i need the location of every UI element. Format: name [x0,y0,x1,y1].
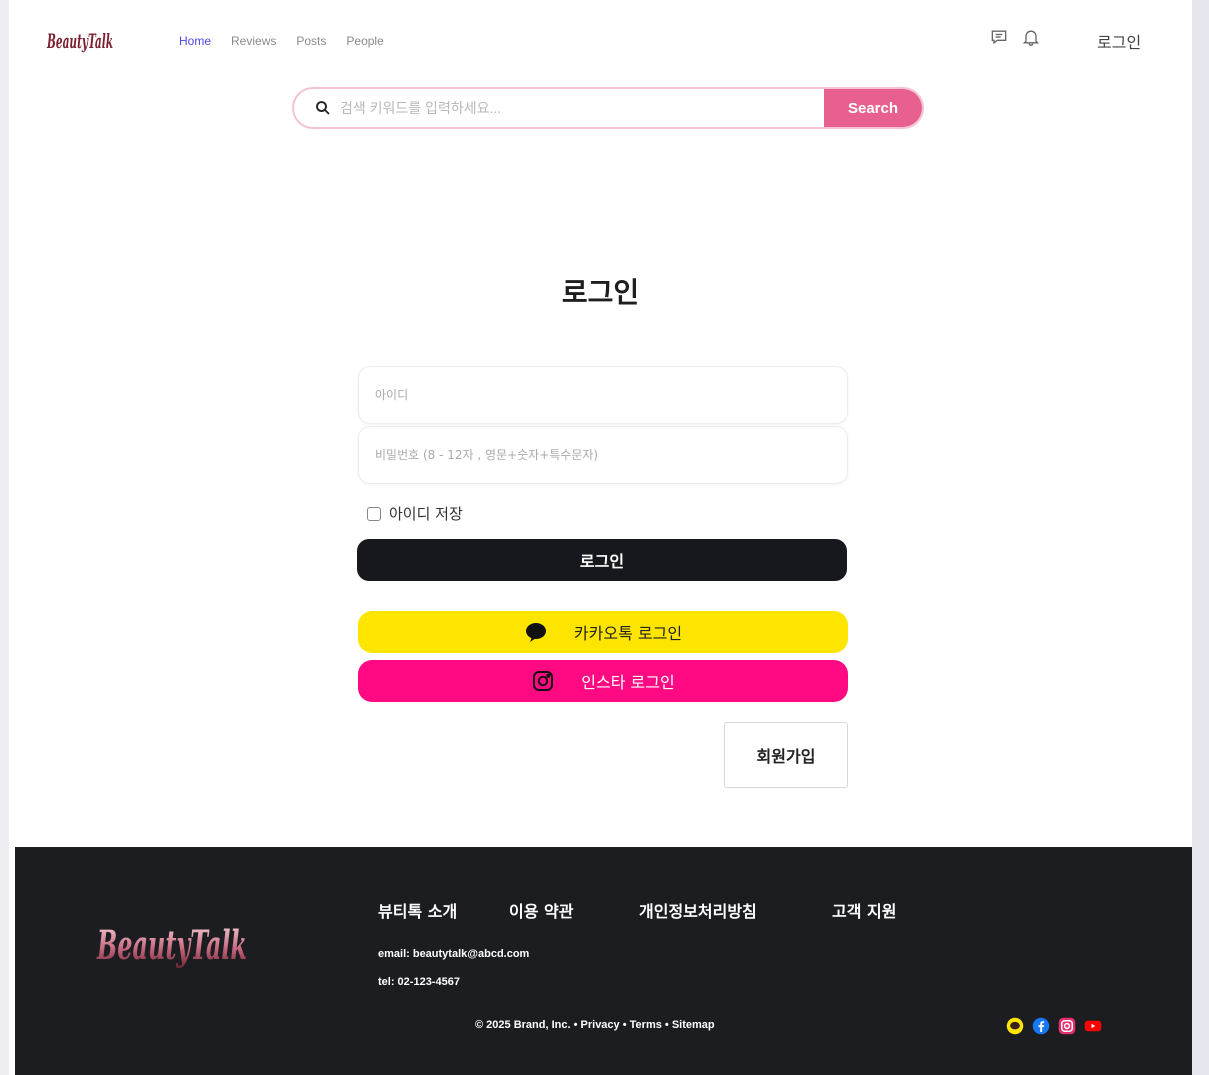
main-nav: Home Reviews Posts People [179,34,384,48]
left-edge [0,0,9,1075]
footer-email: email: beautytalk@abcd.com [378,948,530,960]
search-button[interactable]: Search [824,89,922,127]
youtube-icon[interactable] [1084,1017,1102,1035]
footer-sitemap-link[interactable]: Sitemap [672,1019,715,1031]
nav-home[interactable]: Home [179,34,211,48]
footer-link-terms[interactable]: 이용 약관 [509,898,573,922]
kakaotalk-icon[interactable] [1006,1017,1024,1035]
search-bar: Search [292,87,924,129]
footer: BeautyTalk 뷰티톡 소개 이용 약관 개인정보처리방침 고객 지원 e… [15,847,1192,1075]
instagram-login-label: 인스타 로그인 [581,673,675,692]
facebook-icon[interactable] [1032,1017,1050,1035]
copyright-text: © 2025 Brand, Inc. [475,1019,571,1031]
separator: • [573,1019,578,1031]
chat-bubble-icon [525,623,546,642]
footer-social-icons [1006,1017,1102,1035]
footer-terms-link[interactable]: Terms [630,1019,662,1031]
nav-posts[interactable]: Posts [296,34,326,48]
header-login-link[interactable]: 로그인 [1097,29,1141,53]
login-button[interactable]: 로그인 [357,539,847,581]
brand-logo[interactable]: BeautyTalk [45,21,117,57]
password-field [358,426,848,484]
footer-logo: BeautyTalk [96,922,247,969]
footer-link-support[interactable]: 고객 지원 [832,898,896,922]
page: BeautyTalk Home Reviews Posts People 로그인… [9,9,1192,1075]
password-input[interactable] [359,427,847,483]
message-icon[interactable] [989,27,1009,47]
instagram-icon[interactable] [1058,1017,1076,1035]
search-icon [294,89,336,127]
right-scrollbar-track[interactable] [1192,0,1209,1075]
svg-text:BeautyTalk: BeautyTalk [96,922,247,969]
remember-id-label: 아이디 저장 [389,505,463,523]
remember-id[interactable]: 아이디 저장 [367,503,463,524]
id-field [358,366,848,424]
footer-link-about[interactable]: 뷰티톡 소개 [378,898,457,922]
instagram-icon [533,671,554,691]
footer-link-privacy[interactable]: 개인정보처리방침 [639,898,757,922]
remember-id-checkbox[interactable] [367,506,381,521]
svg-text:BeautyTalk: BeautyTalk [46,29,113,53]
nav-reviews[interactable]: Reviews [231,34,276,48]
instagram-login-button[interactable]: 인스타 로그인 [358,660,848,702]
footer-privacy-link[interactable]: Privacy [581,1019,620,1031]
separator: • [622,1019,627,1031]
page-title: 로그인 [561,276,640,309]
id-input[interactable] [359,367,847,423]
footer-copyright: © 2025 Brand, Inc. • Privacy • Terms • S… [475,1019,715,1031]
bell-icon[interactable] [1021,27,1041,47]
kakao-login-button[interactable]: 카카오톡 로그인 [358,611,848,653]
nav-people[interactable]: People [346,34,383,48]
signup-button[interactable]: 회원가입 [724,722,848,788]
search-input[interactable] [336,89,824,127]
separator: • [664,1019,669,1031]
header-icons [989,27,1041,47]
kakao-login-label: 카카오톡 로그인 [573,624,683,643]
footer-tel: tel: 02-123-4567 [378,976,460,988]
